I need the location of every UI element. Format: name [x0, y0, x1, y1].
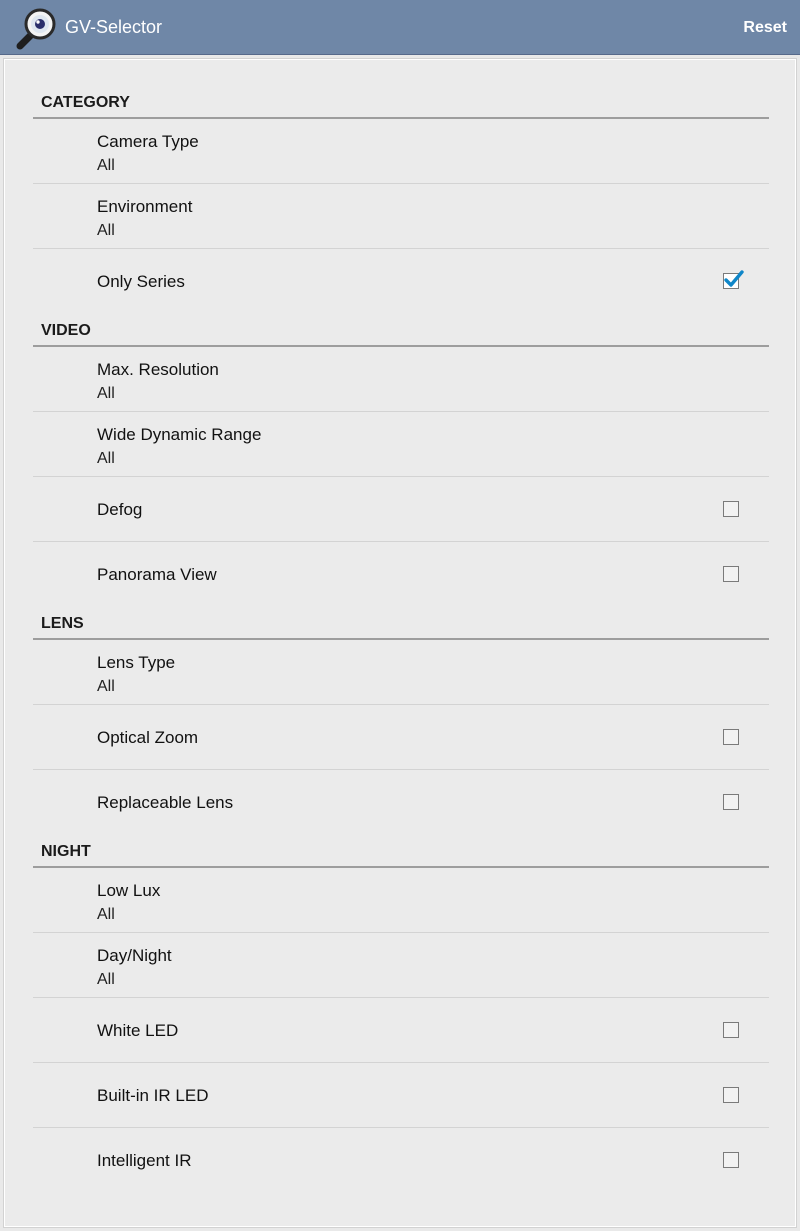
app-title: GV-Selector [65, 17, 163, 37]
pref-summary: All [97, 450, 115, 467]
built-in-ir-led-checkbox[interactable] [723, 1087, 739, 1103]
pref-title: Lens Type [97, 653, 176, 672]
pref-title: Wide Dynamic Range [97, 425, 262, 444]
section-header-label: VIDEO [41, 322, 91, 339]
replaceable-lens-checkbox[interactable] [723, 794, 739, 810]
pref-white-led[interactable]: White LED [33, 998, 769, 1063]
preference-list: CATEGORY Camera Type All Environment All… [33, 86, 769, 1193]
pref-camera-type[interactable]: Camera Type All [33, 119, 769, 184]
pref-summary: All [97, 906, 115, 923]
pref-built-in-ir-led[interactable]: Built-in IR LED [33, 1063, 769, 1128]
settings-panel: CATEGORY Camera Type All Environment All… [4, 59, 796, 1227]
pref-summary: All [97, 385, 115, 402]
pref-wide-dynamic-range[interactable]: Wide Dynamic Range All [33, 412, 769, 477]
pref-intelligent-ir[interactable]: Intelligent IR [33, 1128, 769, 1193]
pref-summary: All [97, 157, 115, 174]
pref-low-lux[interactable]: Low Lux All [33, 868, 769, 933]
pref-summary: All [97, 222, 115, 239]
section-header-label: LENS [41, 615, 84, 632]
defog-checkbox[interactable] [723, 501, 739, 517]
pref-title: Day/Night [97, 946, 172, 965]
optical-zoom-checkbox[interactable] [723, 729, 739, 745]
pref-only-series[interactable]: Only Series [33, 249, 769, 314]
pref-defog[interactable]: Defog [33, 477, 769, 542]
pref-title: Built-in IR LED [97, 1086, 209, 1105]
pref-title: Intelligent IR [97, 1151, 192, 1170]
pref-lens-type[interactable]: Lens Type All [33, 640, 769, 705]
pref-summary: All [97, 678, 115, 695]
pref-replaceable-lens[interactable]: Replaceable Lens [33, 770, 769, 835]
checkmark-icon [724, 270, 744, 287]
pref-title: Max. Resolution [97, 360, 219, 379]
pref-title: Low Lux [97, 881, 161, 900]
section-header-night: NIGHT [33, 835, 769, 868]
pref-day-night[interactable]: Day/Night All [33, 933, 769, 998]
pref-title: Environment [97, 197, 193, 216]
pref-title: White LED [97, 1021, 179, 1040]
pref-optical-zoom[interactable]: Optical Zoom [33, 705, 769, 770]
pref-title: Replaceable Lens [97, 793, 234, 812]
section-header-label: CATEGORY [41, 94, 130, 111]
pref-title: Defog [97, 500, 143, 519]
pref-summary: All [97, 971, 115, 988]
pref-environment[interactable]: Environment All [33, 184, 769, 249]
magnifier-app-icon[interactable] [14, 6, 60, 52]
pref-title: Only Series [97, 272, 185, 291]
section-header-video: VIDEO [33, 314, 769, 347]
pref-title: Optical Zoom [97, 728, 199, 747]
pref-max-resolution[interactable]: Max. Resolution All [33, 347, 769, 412]
action-bar: GV-Selector Reset [0, 0, 800, 55]
pref-title: Panorama View [97, 565, 217, 584]
only-series-checkbox[interactable] [723, 270, 744, 289]
section-header-category: CATEGORY [33, 86, 769, 119]
intelligent-ir-checkbox[interactable] [723, 1152, 739, 1168]
panorama-view-checkbox[interactable] [723, 566, 739, 582]
pref-title: Camera Type [97, 132, 199, 151]
section-header-lens: LENS [33, 607, 769, 640]
section-header-label: NIGHT [41, 843, 91, 860]
reset-button[interactable]: Reset [723, 0, 800, 55]
pref-panorama-view[interactable]: Panorama View [33, 542, 769, 607]
white-led-checkbox[interactable] [723, 1022, 739, 1038]
